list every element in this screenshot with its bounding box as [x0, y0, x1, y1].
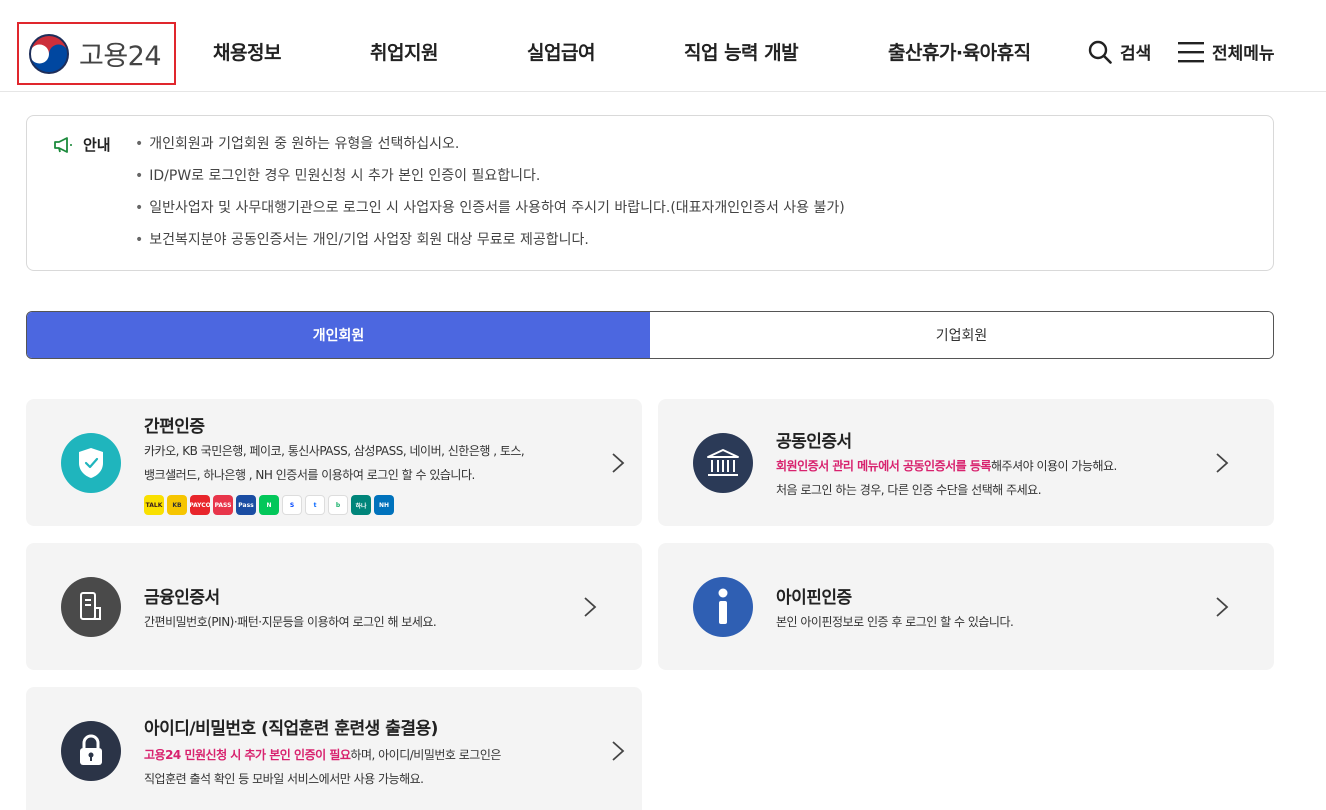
auth-provider-badges: TALK KB PAYCO PASS Pass N St b 하나 NH — [144, 495, 394, 515]
simple-auth-desc-line1: 카카오, KB 국민은행, 페이코, 통신사PASS, 삼성PASS, 네이버,… — [144, 444, 525, 458]
chevron-right-icon — [1216, 597, 1229, 617]
shinhan-badge: S — [282, 495, 302, 515]
nh-badge: NH — [374, 495, 394, 515]
joint-certificate-title: 공동인증서 — [776, 432, 852, 452]
id-password-desc: 고용24 민원신청 시 추가 본인 인증이 필요하며, 아이디/비밀번호 로그인… — [144, 743, 501, 791]
naver-badge: N — [259, 495, 279, 515]
tab-business-member[interactable]: 기업회원 — [650, 312, 1273, 358]
joint-certificate-highlight: 회원인증서 관리 메뉴에서 공동인증서를 등록 — [776, 459, 991, 473]
chevron-right-icon — [1216, 453, 1229, 473]
financial-certificate-desc: 간편비밀번호(PIN)·패턴·지문등을 이용하여 로그인 해 보세요. — [144, 615, 437, 629]
id-password-desc-rest: 하며, 아이디/비밀번호 로그인은 — [350, 748, 501, 762]
notice-list: 개인회원과 기업회원 중 원하는 유형을 선택하십시오. ID/PW로 로그인한… — [135, 134, 845, 262]
member-type-tabs: 개인회원 기업회원 — [26, 311, 1274, 359]
site-header: · · · · · · · · · · · · · · 고용24 채용정보 취업… — [0, 0, 1326, 92]
notice-title: 안내 — [83, 136, 111, 154]
notice-item: ID/PW로 로그인한 경우 민원신청 시 추가 본인 인증이 필요합니다. — [135, 166, 845, 198]
lock-icon — [61, 721, 121, 781]
chevron-right-icon — [584, 597, 597, 617]
notice-item: 일반사업자 및 사무대행기관으로 로그인 시 사업자용 인증서를 사용하여 주시… — [135, 198, 844, 230]
simple-auth-card[interactable]: 간편인증 카카오, KB 국민은행, 페이코, 통신사PASS, 삼성PASS,… — [26, 399, 642, 526]
info-icon — [693, 577, 753, 637]
nav-unemployment-benefit[interactable]: 실업급여 — [527, 38, 595, 65]
ipin-title: 아이핀인증 — [776, 588, 852, 608]
notice-box: 안내 개인회원과 기업회원 중 원하는 유형을 선택하십시오. ID/PW로 로… — [26, 115, 1274, 271]
notice-heading: 안내 — [53, 134, 111, 155]
kakao-badge: TALK — [144, 495, 164, 515]
financial-certificate-title: 금융인증서 — [144, 588, 220, 608]
joint-certificate-desc: 회원인증서 관리 메뉴에서 공동인증서를 등록해주셔야 이용이 가능해요. 처음… — [776, 454, 1117, 502]
payco-badge: PAYCO — [190, 495, 210, 515]
id-password-desc-line1: 고용24 민원신청 시 추가 본인 인증이 필요하며, 아이디/비밀번호 로그인… — [144, 743, 501, 767]
joint-certificate-desc-line1: 회원인증서 관리 메뉴에서 공동인증서를 등록해주셔야 이용이 가능해요. — [776, 454, 1117, 478]
nav-vocational-training[interactable]: 직업 능력 개발 — [684, 38, 799, 65]
hana-badge: 하나 — [351, 495, 371, 515]
joint-certificate-card[interactable]: 공동인증서 회원인증서 관리 메뉴에서 공동인증서를 등록해주셔야 이용이 가능… — [658, 399, 1274, 526]
shield-check-icon — [61, 433, 121, 493]
nav-employment-support[interactable]: 취업지원 — [370, 38, 438, 65]
logo-text: 고용24 — [79, 41, 162, 72]
ipin-desc: 본인 아이핀정보로 인증 후 로그인 할 수 있습니다. — [776, 615, 1014, 629]
notice-item: 보건복지분야 공동인증서는 개인/기업 사업장 회원 대상 무료로 제공합니다. — [135, 230, 845, 262]
id-password-desc-line2: 직업훈련 출석 확인 등 모바일 서비스에서만 사용 가능해요. — [144, 772, 424, 786]
nav-recruitment[interactable]: 채용정보 — [213, 38, 281, 65]
financial-certificate-card[interactable]: 금융인증서 간편비밀번호(PIN)·패턴·지문등을 이용하여 로그인 해 보세요… — [26, 543, 642, 670]
pass-badge: PASS — [213, 495, 233, 515]
joint-certificate-desc-line2: 처음 로그인 하는 경우, 다른 인증 수단을 선택해 주세요. — [776, 483, 1042, 497]
chevron-right-icon — [612, 741, 625, 761]
simple-auth-title: 간편인증 — [144, 417, 205, 437]
utility-links[interactable]: · · · · · · · · · · · · · · — [1153, 0, 1274, 5]
simple-auth-desc: 카카오, KB 국민은행, 페이코, 통신사PASS, 삼성PASS, 네이버,… — [144, 439, 525, 487]
nav-parental-leave[interactable]: 출산휴가·육아휴직 — [888, 38, 1031, 65]
samsung-pass-badge: Pass — [236, 495, 256, 515]
search-icon — [1088, 40, 1112, 64]
notice-item: 개인회원과 기업회원 중 원하는 유형을 선택하십시오. — [135, 134, 845, 166]
hamburger-icon — [1178, 41, 1204, 62]
search-button[interactable]: 검색 — [1088, 39, 1151, 64]
taegeuk-logo-icon — [28, 32, 70, 75]
bank-building-icon — [693, 433, 753, 493]
toss-badge: t — [305, 495, 325, 515]
banksalad-badge: b — [328, 495, 348, 515]
all-menu-label: 전체메뉴 — [1212, 44, 1275, 64]
site-logo[interactable]: 고용24 — [17, 22, 176, 85]
all-menu-button[interactable]: 전체메뉴 — [1178, 39, 1275, 64]
joint-certificate-desc-rest: 해주셔야 이용이 가능해요. — [990, 459, 1117, 473]
ipin-card[interactable]: 아이핀인증 본인 아이핀정보로 인증 후 로그인 할 수 있습니다. — [658, 543, 1274, 670]
document-phone-icon — [61, 577, 121, 637]
simple-auth-desc-line2: 뱅크샐러드, 하나은행 , NH 인증서를 이용하여 로그인 할 수 있습니다. — [144, 468, 475, 482]
chevron-right-icon — [612, 453, 625, 473]
id-password-title: 아이디/비밀번호 (직업훈련 훈련생 출결용) — [144, 719, 438, 739]
kb-badge: KB — [167, 495, 187, 515]
megaphone-icon — [54, 136, 72, 153]
id-password-card[interactable]: 아이디/비밀번호 (직업훈련 훈련생 출결용) 고용24 민원신청 시 추가 본… — [26, 687, 642, 810]
id-password-highlight: 고용24 민원신청 시 추가 본인 인증이 필요 — [144, 748, 351, 762]
tab-personal-member[interactable]: 개인회원 — [27, 312, 650, 358]
search-label: 검색 — [1120, 44, 1152, 64]
